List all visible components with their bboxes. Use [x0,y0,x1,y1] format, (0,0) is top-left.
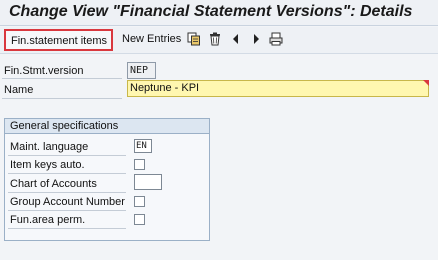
chart-of-accounts-label: Chart of Accounts [10,178,97,190]
general-specifications-group: General specifications Maint. language E… [4,118,210,241]
new-entries-button[interactable]: New Entries [117,29,186,51]
fun-area-perm-checkbox[interactable] [134,214,145,225]
row-separator [2,98,122,99]
previous-entry-icon[interactable] [229,32,243,46]
group-title: General specifications [5,119,209,134]
row-separator [2,78,122,79]
item-keys-auto-label: Item keys auto. [10,159,85,171]
fun-area-perm-label: Fun.area perm. [10,214,86,226]
window-title: Change View "Financial Statement Version… [0,0,438,26]
maint-language-label: Maint. language [10,141,89,153]
group-account-number-checkbox[interactable] [134,196,145,207]
maint-language-field[interactable]: EN [134,139,152,153]
group-account-number-label: Group Account Number [10,196,125,208]
name-label: Name [4,84,34,96]
delete-icon[interactable] [208,32,222,46]
copy-icon[interactable] [187,32,201,46]
next-entry-icon[interactable] [249,32,263,46]
name-input[interactable]: Neptune - KPI [127,80,429,97]
fin-stmt-version-label: Fin.Stmt.version [4,65,84,77]
fin-statement-items-button[interactable]: Fin.statement items [4,29,113,51]
application-toolbar: Fin.statement items New Entries [0,27,438,54]
chart-of-accounts-input[interactable] [134,174,162,190]
print-icon[interactable] [269,32,283,46]
fin-stmt-version-field: NEP [127,62,156,79]
required-field-icon [423,80,429,86]
item-keys-auto-checkbox[interactable] [134,159,145,170]
